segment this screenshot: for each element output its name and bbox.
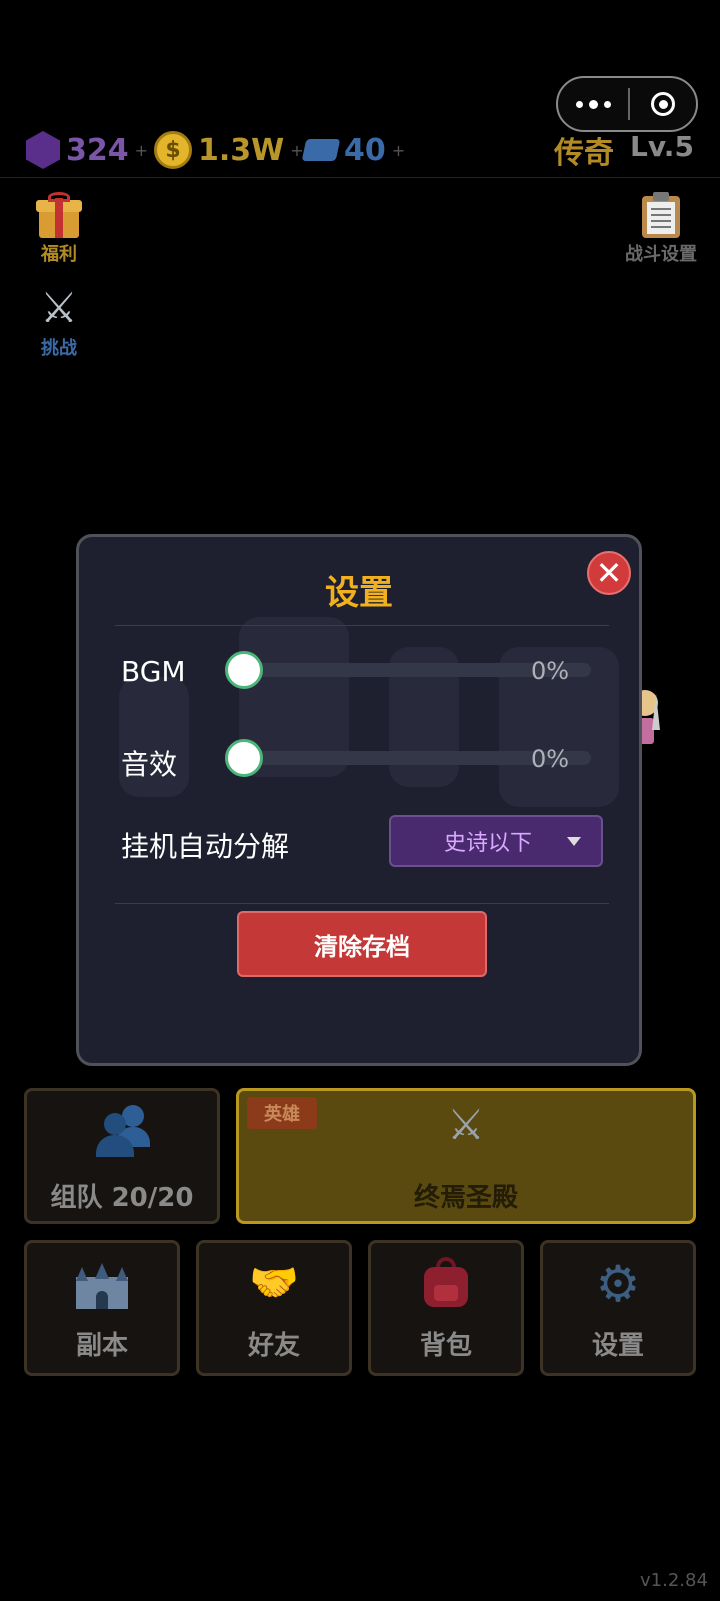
coin-symbol: $ bbox=[165, 137, 181, 163]
challenge-button[interactable]: ⚔ 挑战 bbox=[14, 284, 104, 360]
settings-label: 设置 bbox=[591, 1331, 644, 1361]
battle-settings-button[interactable]: 战斗设置 bbox=[614, 192, 708, 266]
dialog-title: 设置 bbox=[325, 573, 393, 613]
gem-count: 324 bbox=[66, 132, 129, 168]
bgm-label: BGM bbox=[121, 655, 186, 688]
team-icon bbox=[92, 1103, 152, 1159]
bgm-value: 0% bbox=[531, 657, 570, 685]
battle-settings-label: 战斗设置 bbox=[625, 244, 697, 265]
auto-decompose-label: 挂机自动分解 bbox=[121, 830, 290, 863]
footer-divider bbox=[115, 903, 609, 904]
welfare-button[interactable]: 福利 bbox=[14, 192, 104, 266]
clipboard-icon bbox=[642, 192, 680, 238]
close-button[interactable]: ✕ bbox=[587, 551, 631, 595]
rank-title: 传奇 bbox=[554, 136, 614, 171]
close-program-icon[interactable] bbox=[630, 92, 696, 116]
gem-plus[interactable]: + bbox=[135, 141, 148, 160]
boss-dungeon-label: 终焉圣殿 bbox=[413, 1183, 518, 1213]
auto-decompose-select[interactable]: 史诗以下 bbox=[389, 815, 603, 867]
boss-dungeon-button[interactable]: 英雄 ⚔ 终焉圣殿 bbox=[236, 1088, 696, 1224]
gem-icon bbox=[26, 131, 60, 169]
bag-button[interactable]: 背包 bbox=[368, 1240, 524, 1376]
close-icon: ✕ bbox=[595, 554, 623, 592]
ticket-resource[interactable]: 40 + bbox=[301, 125, 405, 175]
friends-label: 好友 bbox=[247, 1331, 300, 1361]
rank-level: Lv.5 bbox=[630, 130, 694, 163]
crossed-swords-icon: ⚔ bbox=[40, 283, 78, 332]
handshake-icon: 🤝 bbox=[249, 1260, 299, 1306]
castle-icon bbox=[76, 1263, 128, 1309]
title-divider bbox=[115, 625, 609, 626]
ticket-icon bbox=[301, 139, 341, 161]
mini-program-capsule bbox=[556, 76, 698, 132]
gear-icon: ⚙ bbox=[595, 1255, 641, 1313]
chevron-down-icon bbox=[567, 836, 581, 846]
bgm-slider-knob[interactable] bbox=[225, 651, 263, 689]
more-menu-icon[interactable] bbox=[558, 99, 628, 109]
coin-icon: $ bbox=[154, 131, 192, 169]
auto-decompose-value: 史诗以下 bbox=[443, 831, 532, 856]
ticket-count: 40 bbox=[344, 132, 386, 168]
dungeon-button[interactable]: 副本 bbox=[24, 1240, 180, 1376]
ticket-plus[interactable]: + bbox=[392, 141, 405, 160]
sfx-label: 音效 bbox=[121, 748, 178, 781]
gift-icon bbox=[36, 192, 82, 238]
settings-dialog: 设置 ✕ BGM 0% 音效 0% 挂机自动分解 史诗以下 清除存档 bbox=[76, 534, 642, 1066]
sfx-slider-knob[interactable] bbox=[225, 739, 263, 777]
gold-count: 1.3W bbox=[198, 132, 285, 168]
dungeon-label: 副本 bbox=[75, 1331, 128, 1361]
version-label: v1.2.84 bbox=[640, 1570, 708, 1591]
sfx-value: 0% bbox=[531, 745, 570, 773]
gold-resource[interactable]: $ 1.3W + bbox=[154, 125, 304, 175]
gem-resource[interactable]: 324 + bbox=[26, 125, 148, 175]
crossed-swords-icon: ⚔ bbox=[447, 1100, 485, 1149]
bag-label: 背包 bbox=[419, 1331, 472, 1361]
clear-save-button[interactable]: 清除存档 bbox=[237, 911, 487, 977]
backpack-icon bbox=[424, 1257, 468, 1307]
team-label: 组队 20/20 bbox=[50, 1183, 194, 1213]
welfare-label: 福利 bbox=[41, 244, 77, 265]
settings-button[interactable]: ⚙ 设置 bbox=[540, 1240, 696, 1376]
challenge-label: 挑战 bbox=[41, 338, 77, 359]
friends-button[interactable]: 🤝 好友 bbox=[196, 1240, 352, 1376]
team-button[interactable]: 组队 20/20 bbox=[24, 1088, 220, 1224]
